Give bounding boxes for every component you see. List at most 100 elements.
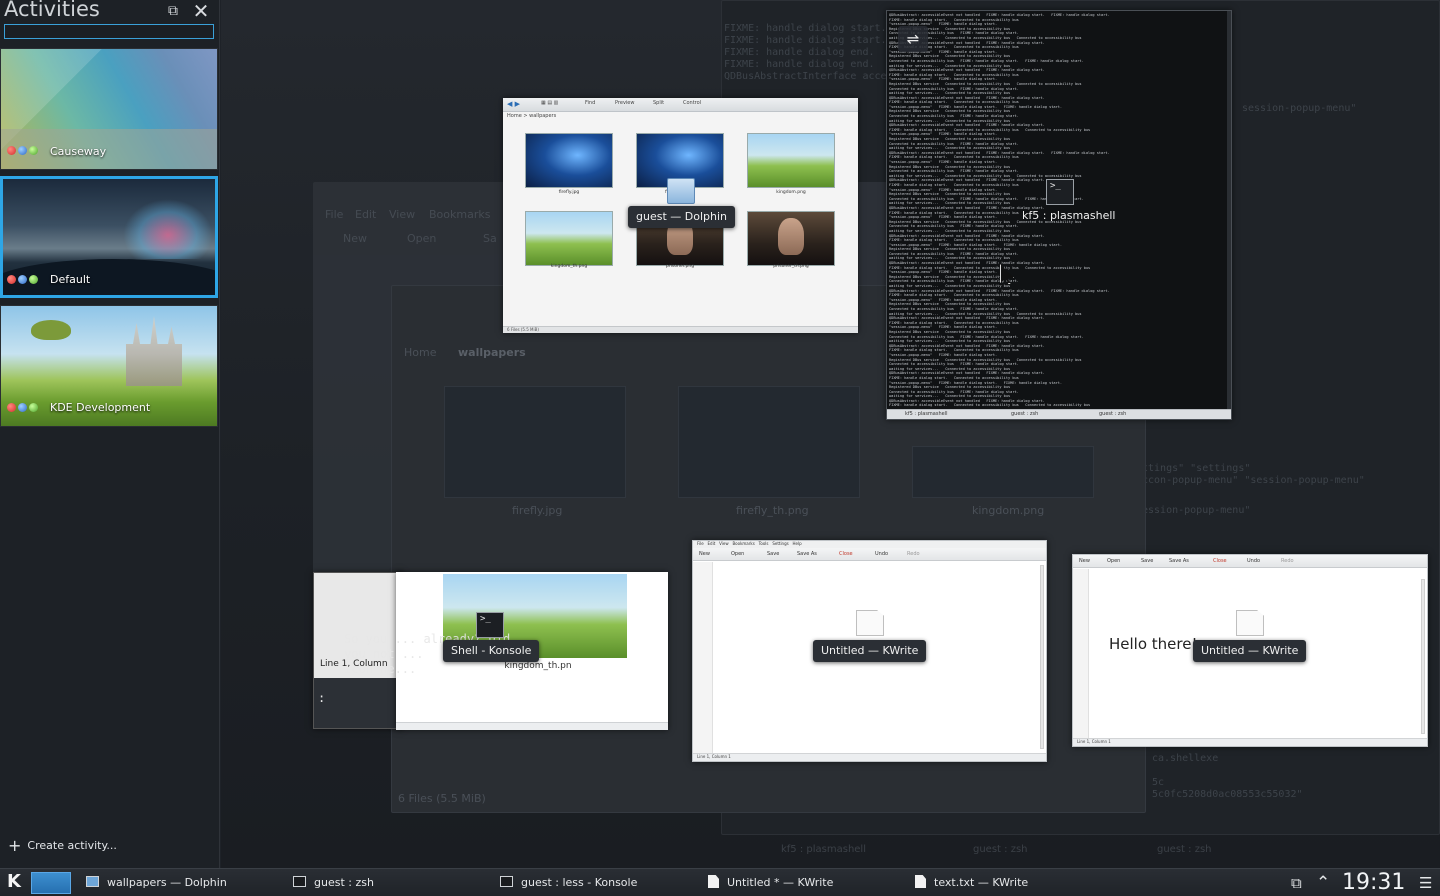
bg-file-thumb	[912, 446, 1094, 498]
file-thumbnail[interactable]	[525, 211, 613, 266]
new-button[interactable]: New	[1079, 558, 1090, 564]
konsole-app-icon: >_	[1046, 179, 1074, 205]
menu-bookmarks[interactable]: Bookmarks	[732, 541, 754, 546]
task-untitled-kwrite[interactable]: Untitled * — KWrite	[708, 871, 833, 895]
activity-default[interactable]: Default	[0, 176, 218, 298]
file-thumbnail[interactable]	[525, 133, 613, 188]
new-button[interactable]: New	[699, 551, 710, 557]
close-button[interactable]: Close	[1213, 558, 1227, 564]
dolphin-app-icon	[667, 178, 695, 204]
activity-color-dots	[7, 403, 38, 412]
save-as-button[interactable]: Save As	[797, 551, 817, 557]
open-button[interactable]: Open	[1107, 558, 1120, 564]
document-text[interactable]: Hello there!	[1109, 635, 1197, 653]
file-label: prisoner_th.png	[773, 264, 809, 269]
bg-toolbar-save: Sa	[483, 232, 497, 245]
window-caption-kwrite-2[interactable]: Untitled — KWrite	[1193, 640, 1307, 662]
window-icon[interactable]: ⧉	[164, 2, 182, 20]
activity-kde-development[interactable]: KDE Development	[0, 305, 218, 427]
activity-label: KDE Development	[50, 401, 151, 414]
split-button[interactable]: Split	[653, 100, 664, 106]
bg-konsole-line: ccon-popup-menu" "session-popup-menu"	[1142, 475, 1365, 486]
task-dolphin[interactable]: wallpapers — Dolphin	[86, 871, 227, 895]
scrollbar[interactable]	[1227, 11, 1231, 409]
activity-color-dots	[7, 275, 38, 284]
bg-file-thumb	[444, 386, 626, 498]
save-button[interactable]: Save	[1141, 558, 1153, 564]
kde-launcher-icon[interactable]: K	[3, 871, 25, 893]
save-as-button[interactable]: Save As	[1169, 558, 1189, 564]
clock[interactable]: 19:31	[1342, 870, 1405, 895]
window-caption-konsole-plasmashell[interactable]: kf5 : plasmashell	[1014, 205, 1124, 227]
task-label: guest : zsh	[314, 876, 374, 889]
file-label: prisoner.png	[665, 264, 695, 269]
file-thumbnail[interactable]	[747, 133, 835, 188]
kwrite-statusbar: Line 1, Column 1	[693, 753, 1046, 761]
kwrite-statusbar: Line 1, Column 1	[1073, 738, 1427, 746]
menu-edit[interactable]: Edit	[708, 541, 716, 546]
file-thumbnail[interactable]	[747, 211, 835, 266]
scrollbar[interactable]	[1040, 565, 1044, 749]
bg-konsole-line: session-popup-menu"	[1242, 103, 1357, 114]
task-label: Untitled * — KWrite	[727, 876, 834, 889]
menu-view[interactable]: View	[719, 541, 729, 546]
scrollbar[interactable]	[1421, 579, 1425, 734]
control-button[interactable]: Control	[683, 100, 701, 106]
konsole-tab[interactable]: guest : zsh	[1099, 411, 1126, 417]
bg-konsole-line: ession-popup-menu"	[1142, 505, 1251, 516]
window-caption-konsole-shell[interactable]: Shell - Konsole	[443, 640, 540, 662]
create-activity-button[interactable]: + Create activity...	[8, 836, 117, 855]
folder-icon	[86, 876, 99, 887]
terminal-icon	[500, 876, 513, 887]
bg-konsole-line: FIXME: handle dialog start.	[724, 35, 887, 46]
task-guest-zsh[interactable]: guest : zsh	[293, 871, 374, 895]
task-label: guest : less - Konsole	[521, 876, 638, 889]
find-button[interactable]: Find	[585, 100, 595, 106]
konsole-tab[interactable]: guest : zsh	[1011, 411, 1038, 417]
bg-breadcrumb-home: Home	[404, 346, 437, 359]
bg-konsole-line: ttings" "settings"	[1142, 463, 1251, 474]
redo-button[interactable]: Redo	[907, 551, 920, 557]
bg-konsole-line: 5c0fc5208d0ac08553c55032"	[1152, 789, 1303, 800]
redo-button[interactable]: Redo	[1281, 558, 1294, 564]
menu-file[interactable]: File	[697, 541, 704, 546]
chevron-up-icon[interactable]: ⌃	[1316, 873, 1330, 893]
activity-causeway[interactable]: Causeway	[0, 48, 218, 170]
kwrite-menubar: File Edit View Bookmarks Tools Settings …	[693, 541, 1046, 548]
bg-status: 6 Files (5.5 MiB)	[398, 792, 486, 805]
clipboard-icon[interactable]: ⧉	[1291, 873, 1302, 893]
close-icon[interactable]: ✕	[192, 1, 210, 21]
undo-button[interactable]: Undo	[875, 551, 888, 557]
menu-tools[interactable]: Tools	[759, 541, 769, 546]
file-label: firefly.jpg	[558, 190, 580, 195]
kwrite-app-icon	[856, 610, 884, 636]
konsole-tab[interactable]: kf5 : plasmashell	[905, 411, 948, 417]
close-button[interactable]: Close	[839, 551, 853, 557]
document-icon	[708, 875, 719, 888]
dolphin-toolbar: ◀ ▶ ▦ ▤ ▥ Find Preview Split Control	[503, 98, 858, 112]
preview-button[interactable]: Preview	[615, 100, 634, 106]
window-caption-dolphin[interactable]: guest — Dolphin	[628, 206, 735, 228]
bg-toolbar-new: New	[343, 232, 367, 245]
activities-search-input[interactable]	[4, 24, 214, 39]
terminal-icon	[293, 876, 306, 887]
settings-icon[interactable]: ⇌	[898, 26, 928, 52]
create-activity-label: Create activity...	[27, 839, 117, 852]
task-guest-less-konsole[interactable]: guest : less - Konsole	[500, 871, 637, 895]
desktop-pager[interactable]	[31, 872, 71, 894]
undo-button[interactable]: Undo	[1247, 558, 1260, 564]
panel-menu-icon[interactable]: ☰	[1419, 874, 1432, 892]
bg-menu-bookmarks: Bookmarks	[429, 208, 491, 221]
bg-konsole-tab: guest : zsh	[973, 844, 1028, 855]
bg-konsole-line: FIXME: handle dialog end.	[724, 47, 875, 58]
menu-help[interactable]: Help	[793, 541, 802, 546]
window-caption-kwrite-1[interactable]: Untitled — KWrite	[813, 640, 927, 662]
bg-file-label: firefly.jpg	[512, 504, 563, 517]
save-button[interactable]: Save	[767, 551, 779, 557]
breadcrumb[interactable]: Home > wallpapers	[507, 113, 556, 119]
menu-settings[interactable]: Settings	[772, 541, 788, 546]
bg-toolbar-open: Open	[407, 232, 437, 245]
bg-konsole-line: ca.shellexe	[1152, 753, 1219, 764]
open-button[interactable]: Open	[731, 551, 744, 557]
task-text-kwrite[interactable]: text.txt — KWrite	[915, 871, 1028, 895]
